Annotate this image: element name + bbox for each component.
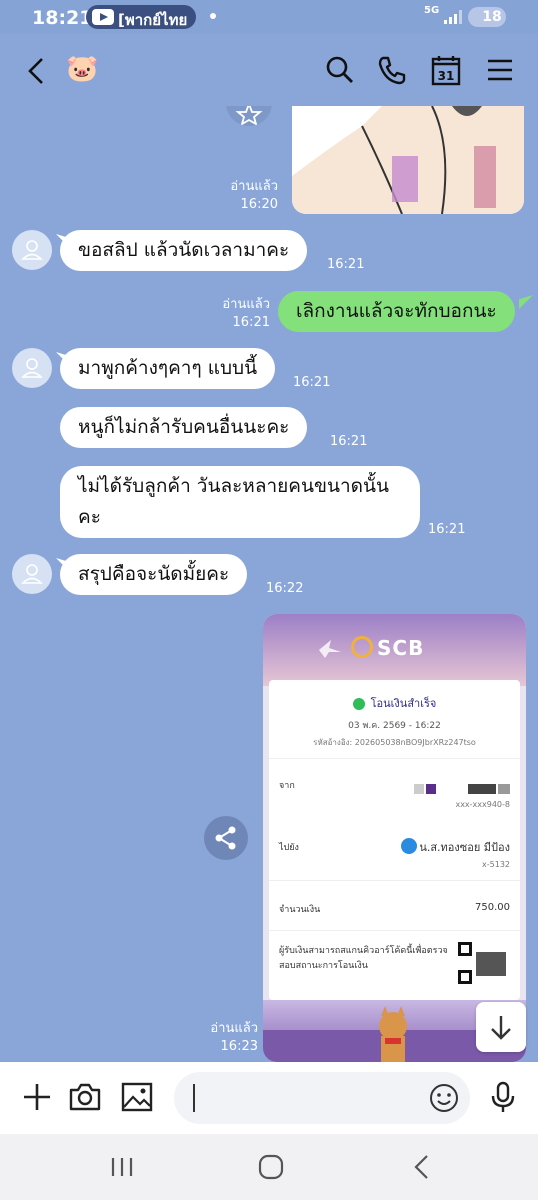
message-time: 16:21 [428,522,466,537]
battery-icon: 18 [468,7,506,27]
transfer-reference: รหัสอ้างอิง: 202605038nBO9JbrXRz247tso [269,736,520,749]
qr-code [458,942,508,986]
reference-value: 202605038nBO9JbrXRz247tso [354,738,476,747]
divider [269,880,520,881]
back-nav-icon[interactable] [402,1150,442,1184]
transfer-status-text: โอนเงินสำเร็จ [370,697,437,710]
transfer-slip-image[interactable]: SCB โอนเงินสำเร็จ 03 พ.ค. 2569 - 16:22 ร… [263,614,526,1062]
sticker-illustration [292,106,524,214]
to-label: ไปยัง [279,843,299,853]
status-bar: 18:21 [พากย์ไทย 5G 18 [0,0,538,34]
contact-avatar[interactable] [12,554,52,594]
read-receipt: อ่านแล้ว 16:21 [214,296,270,332]
network-type: 5G [424,5,440,16]
recipient-name: น.ส.ทองซอย มีป้อง [419,841,510,854]
slip-card: โอนเงินสำเร็จ 03 พ.ค. 2569 - 16:22 รหัสอ… [269,680,520,1000]
bird-icon [319,640,341,658]
chat-area[interactable]: อ่านแล้ว 16:20 ขอสลิป แล้วนัดเวลามาคะ 16… [0,106,538,1062]
system-nav-bar [0,1134,538,1200]
call-icon[interactable] [376,54,408,86]
success-check-icon [352,698,365,710]
menu-icon[interactable] [484,54,516,86]
contact-avatar[interactable] [12,230,52,270]
message-time: 16:20 [240,197,278,212]
share-icon[interactable] [204,816,248,860]
reference-label: รหัสอ้างอิง: [313,738,353,747]
recent-apps-icon[interactable] [102,1150,142,1184]
microphone-icon[interactable] [486,1080,520,1114]
amount-value: 750.00 [475,902,510,913]
signal-icon [444,10,462,24]
favorite-star-icon[interactable] [226,106,272,126]
redacted-name [414,784,510,794]
bubble-tail [519,295,533,309]
from-label: จาก [279,781,295,791]
message-time: 16:22 [266,581,304,596]
transfer-status: โอนเงินสำเร็จ [269,694,520,712]
back-icon[interactable] [24,54,52,88]
scroll-down-icon[interactable] [476,1002,526,1052]
person-icon [21,358,43,378]
read-label: อ่านแล้ว [210,1021,258,1036]
divider [269,758,520,759]
incoming-message-bubble[interactable]: ขอสลิป แล้วนัดเวลามาคะ [60,230,308,271]
incoming-message-bubble[interactable]: หนูก็ไม่กล้ารับคนอื่นนะคะ [60,407,308,448]
message-time: 16:23 [220,1039,258,1054]
incoming-message-bubble[interactable]: มาพูกค้างๆคาๆ แบบนี้ [60,348,276,389]
youtube-icon [92,9,114,25]
calendar-day: 31 [438,69,455,83]
contact-name-emoji[interactable]: 🐷 [66,54,98,84]
camera-icon[interactable] [68,1080,102,1114]
message-time: 16:21 [330,434,368,449]
divider [269,930,520,931]
transfer-date: 03 พ.ค. 2569 - 16:22 [348,721,441,731]
bank-brand: SCB [377,636,425,660]
qr-note: ผู้รับเงินสามารถสแกนคิวอาร์โค้ดนี้เพื่อต… [279,946,448,971]
message-input[interactable] [174,1072,470,1124]
search-icon[interactable] [324,54,356,86]
contact-avatar[interactable] [12,348,52,388]
media-notification-pill[interactable]: [พากย์ไทย [86,5,196,29]
sticker-message[interactable] [292,106,524,214]
person-icon [21,240,43,260]
image-gallery-icon[interactable] [120,1080,154,1114]
slip-header: SCB [263,614,526,686]
outgoing-message-bubble[interactable]: เลิกงานแล้วจะทักบอกนะ [278,291,515,332]
notification-dot-icon [210,13,216,19]
home-icon[interactable] [251,1150,291,1184]
battery-level: 18 [482,9,502,25]
media-notification-text: [พากย์ไทย [118,11,188,29]
message-time: 16:21 [293,375,331,390]
incoming-message-bubble[interactable]: ไม่ได้รับลูกค้า วันละหลายคนขนาดนั้นคะ [60,466,420,538]
recipient-account: x-5132 [482,860,510,869]
message-input-bar [0,1062,538,1134]
from-account: xxx-xxx940-8 [455,800,510,809]
status-time: 18:21 [32,7,93,29]
read-label: อ่านแล้ว [222,297,270,312]
amount-label: จำนวนเงิน [279,905,321,915]
scb-logo-icon [351,636,373,658]
slip-read-receipt: อ่านแล้ว 16:23 [202,1020,258,1056]
text-cursor [193,1084,195,1112]
sticker-read-receipt: อ่านแล้ว 16:20 [222,178,278,214]
bank-logo-icon [401,838,417,854]
plus-icon[interactable] [20,1080,54,1114]
message-time: 16:21 [232,315,270,330]
person-icon [21,564,43,584]
message-time: 16:21 [327,257,365,272]
emoji-icon[interactable] [427,1081,461,1115]
read-label: อ่านแล้ว [230,179,278,194]
incoming-message-bubble[interactable]: สรุปคือจะนัดมั้ยคะ [60,554,248,595]
chat-header: 🐷 31 [0,34,538,106]
calendar-icon[interactable]: 31 [430,54,462,86]
